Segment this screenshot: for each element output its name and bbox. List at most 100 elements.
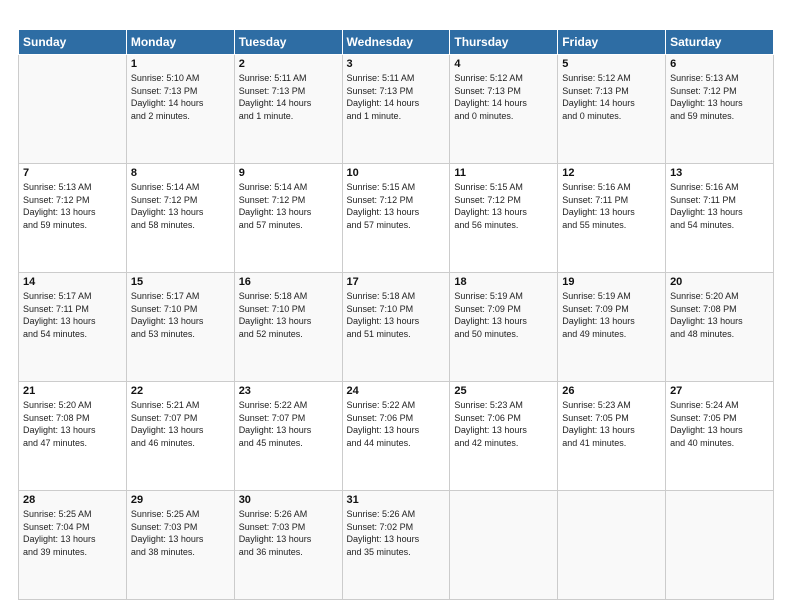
day-number: 4 (454, 58, 553, 70)
day-number: 7 (23, 167, 122, 179)
calendar-cell: 12Sunrise: 5:16 AM Sunset: 7:11 PM Dayli… (558, 164, 666, 273)
calendar-cell (19, 55, 127, 164)
cell-info: Sunrise: 5:18 AM Sunset: 7:10 PM Dayligh… (347, 290, 446, 340)
day-number: 25 (454, 385, 553, 397)
calendar-cell: 27Sunrise: 5:24 AM Sunset: 7:05 PM Dayli… (666, 382, 774, 491)
calendar-week-2: 7 Sunrise: 5:13 AM Sunset: 7:12 PM Daylig… (19, 164, 774, 273)
cell-info: Sunrise: 5:22 AM Sunset: 7:07 PM Dayligh… (239, 399, 338, 449)
day-number: 11 (454, 167, 553, 179)
day-number: 6 (670, 58, 769, 70)
cell-info: Sunrise: 5:22 AM Sunset: 7:06 PM Dayligh… (347, 399, 446, 449)
cell-info: Sunrise: 5:13 AM Sunset: 7:12 PM Dayligh… (23, 181, 122, 231)
day-number: 26 (562, 385, 661, 397)
cell-info: Sunrise: 5:25 AM Sunset: 7:03 PM Dayligh… (131, 508, 230, 558)
calendar-cell: 1 Sunrise: 5:10 AM Sunset: 7:13 PM Daylig… (126, 55, 234, 164)
day-number: 23 (239, 385, 338, 397)
calendar-cell: 28 Sunrise: 5:25 AM Sunset: 7:04 PM Dayli… (19, 491, 127, 600)
calendar-cell: 16 Sunrise: 5:18 AM Sunset: 7:10 PM Dayli… (234, 273, 342, 382)
cell-info: Sunrise: 5:17 AM Sunset: 7:11 PM Dayligh… (23, 290, 122, 340)
cell-info: Sunrise: 5:11 AM Sunset: 7:13 PM Dayligh… (239, 72, 338, 122)
day-number: 24 (347, 385, 446, 397)
calendar-cell: 24 Sunrise: 5:22 AM Sunset: 7:06 PM Dayli… (342, 382, 450, 491)
day-number: 8 (131, 167, 230, 179)
day-number: 1 (131, 58, 230, 70)
day-number: 18 (454, 276, 553, 288)
calendar-cell: 20 Sunrise: 5:20 AM Sunset: 7:08 PM Dayli… (666, 273, 774, 382)
calendar-cell: 26 Sunrise: 5:23 AM Sunset: 7:05 PM Dayli… (558, 382, 666, 491)
cell-info: Sunrise: 5:15 AM Sunset: 7:12 PM Dayligh… (347, 181, 446, 231)
calendar-cell: 14 Sunrise: 5:17 AM Sunset: 7:11 PM Dayli… (19, 273, 127, 382)
calendar-cell: 8 Sunrise: 5:14 AM Sunset: 7:12 PM Daylig… (126, 164, 234, 273)
cell-info: Sunrise: 5:18 AM Sunset: 7:10 PM Dayligh… (239, 290, 338, 340)
cell-info: Sunrise: 5:12 AM Sunset: 7:13 PM Dayligh… (454, 72, 553, 122)
day-number: 30 (239, 494, 338, 506)
cell-info: Sunrise: 5:26 AM Sunset: 7:02 PM Dayligh… (347, 508, 446, 558)
cell-info: Sunrise: 5:25 AM Sunset: 7:04 PM Dayligh… (23, 508, 122, 558)
day-number: 16 (239, 276, 338, 288)
cell-info: Sunrise: 5:19 AM Sunset: 7:09 PM Dayligh… (562, 290, 661, 340)
weekday-header-monday: Monday (126, 30, 234, 55)
cell-info: Sunrise: 5:14 AM Sunset: 7:12 PM Dayligh… (131, 181, 230, 231)
calendar-week-3: 14 Sunrise: 5:17 AM Sunset: 7:11 PM Dayli… (19, 273, 774, 382)
day-number: 14 (23, 276, 122, 288)
calendar-cell: 7 Sunrise: 5:13 AM Sunset: 7:12 PM Daylig… (19, 164, 127, 273)
cell-info: Sunrise: 5:10 AM Sunset: 7:13 PM Dayligh… (131, 72, 230, 122)
day-number: 5 (562, 58, 661, 70)
day-number: 31 (347, 494, 446, 506)
day-number: 17 (347, 276, 446, 288)
weekday-header-tuesday: Tuesday (234, 30, 342, 55)
weekday-header-thursday: Thursday (450, 30, 558, 55)
calendar-cell: 23 Sunrise: 5:22 AM Sunset: 7:07 PM Dayli… (234, 382, 342, 491)
cell-info: Sunrise: 5:17 AM Sunset: 7:10 PM Dayligh… (131, 290, 230, 340)
day-number: 3 (347, 58, 446, 70)
cell-info: Sunrise: 5:12 AM Sunset: 7:13 PM Dayligh… (562, 72, 661, 122)
calendar-cell: 19 Sunrise: 5:19 AM Sunset: 7:09 PM Dayli… (558, 273, 666, 382)
calendar-body: 1 Sunrise: 5:10 AM Sunset: 7:13 PM Daylig… (19, 55, 774, 600)
cell-info: Sunrise: 5:23 AM Sunset: 7:05 PM Dayligh… (562, 399, 661, 449)
calendar-cell: 3 Sunrise: 5:11 AM Sunset: 7:13 PM Daylig… (342, 55, 450, 164)
calendar-cell: 10 Sunrise: 5:15 AM Sunset: 7:12 PM Dayli… (342, 164, 450, 273)
calendar-table: SundayMondayTuesdayWednesdayThursdayFrid… (18, 29, 774, 600)
day-number: 2 (239, 58, 338, 70)
day-number: 9 (239, 167, 338, 179)
calendar-cell: 30Sunrise: 5:26 AM Sunset: 7:03 PM Dayli… (234, 491, 342, 600)
cell-info: Sunrise: 5:16 AM Sunset: 7:11 PM Dayligh… (562, 181, 661, 231)
day-number: 13 (670, 167, 769, 179)
calendar-cell: 29 Sunrise: 5:25 AM Sunset: 7:03 PM Dayli… (126, 491, 234, 600)
calendar-cell: 21 Sunrise: 5:20 AM Sunset: 7:08 PM Dayli… (19, 382, 127, 491)
cell-info: Sunrise: 5:16 AM Sunset: 7:11 PM Dayligh… (670, 181, 769, 231)
header (18, 16, 774, 21)
calendar-cell: 22Sunrise: 5:21 AM Sunset: 7:07 PM Dayli… (126, 382, 234, 491)
calendar-cell: 2 Sunrise: 5:11 AM Sunset: 7:13 PM Daylig… (234, 55, 342, 164)
cell-info: Sunrise: 5:15 AM Sunset: 7:12 PM Dayligh… (454, 181, 553, 231)
day-number: 28 (23, 494, 122, 506)
day-number: 21 (23, 385, 122, 397)
day-number: 20 (670, 276, 769, 288)
calendar-week-4: 21 Sunrise: 5:20 AM Sunset: 7:08 PM Dayli… (19, 382, 774, 491)
weekday-row: SundayMondayTuesdayWednesdayThursdayFrid… (19, 30, 774, 55)
day-number: 29 (131, 494, 230, 506)
calendar-week-1: 1 Sunrise: 5:10 AM Sunset: 7:13 PM Daylig… (19, 55, 774, 164)
weekday-header-sunday: Sunday (19, 30, 127, 55)
calendar-cell: 17 Sunrise: 5:18 AM Sunset: 7:10 PM Dayli… (342, 273, 450, 382)
calendar-cell: 31 Sunrise: 5:26 AM Sunset: 7:02 PM Dayli… (342, 491, 450, 600)
page: SundayMondayTuesdayWednesdayThursdayFrid… (0, 0, 792, 612)
cell-info: Sunrise: 5:20 AM Sunset: 7:08 PM Dayligh… (23, 399, 122, 449)
calendar-cell: 4 Sunrise: 5:12 AM Sunset: 7:13 PM Daylig… (450, 55, 558, 164)
weekday-header-friday: Friday (558, 30, 666, 55)
calendar-cell: 5 Sunrise: 5:12 AM Sunset: 7:13 PM Daylig… (558, 55, 666, 164)
day-number: 22 (131, 385, 230, 397)
day-number: 19 (562, 276, 661, 288)
cell-info: Sunrise: 5:19 AM Sunset: 7:09 PM Dayligh… (454, 290, 553, 340)
day-number: 15 (131, 276, 230, 288)
cell-info: Sunrise: 5:20 AM Sunset: 7:08 PM Dayligh… (670, 290, 769, 340)
cell-info: Sunrise: 5:11 AM Sunset: 7:13 PM Dayligh… (347, 72, 446, 122)
weekday-header-saturday: Saturday (666, 30, 774, 55)
calendar-header: SundayMondayTuesdayWednesdayThursdayFrid… (19, 30, 774, 55)
calendar-cell: 18 Sunrise: 5:19 AM Sunset: 7:09 PM Dayli… (450, 273, 558, 382)
day-number: 27 (670, 385, 769, 397)
day-number: 10 (347, 167, 446, 179)
calendar-cell: 11 Sunrise: 5:15 AM Sunset: 7:12 PM Dayli… (450, 164, 558, 273)
calendar-cell: 15 Sunrise: 5:17 AM Sunset: 7:10 PM Dayli… (126, 273, 234, 382)
calendar-cell: 9Sunrise: 5:14 AM Sunset: 7:12 PM Daylig… (234, 164, 342, 273)
